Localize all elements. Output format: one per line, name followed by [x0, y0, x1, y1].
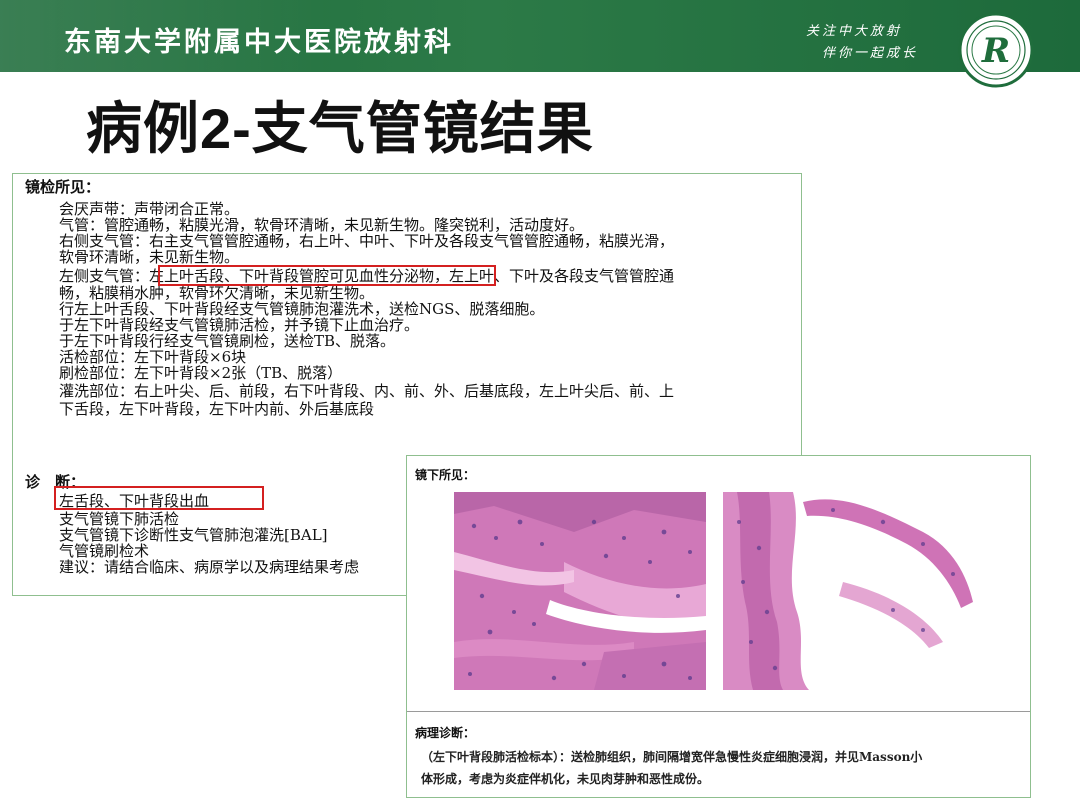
header-banner: 东南大学附属中大医院放射科 关注中大放射 伴你一起成长 [0, 0, 1080, 72]
he-stain-lung-tissue-image-a [454, 492, 706, 690]
findings-line: 行左上叶舌段、下叶背段经支气管镜肺泡灌洗术，送检NGS、脱落细胞。 [59, 300, 545, 318]
diagnosis-line: 气管镜刷检术 [59, 542, 150, 560]
hospital-name: 东南大学附属中大医院放射科 [64, 27, 454, 58]
findings-line: 于左下叶背段行经支气管镜刷检，送检TB、脱落。 [59, 332, 396, 350]
logo-letter: R [981, 31, 1010, 71]
slide-title: 病例2-支气管镜结果 [86, 97, 594, 160]
slogan-line-1: 关注中大放射 [806, 24, 903, 39]
diagnosis-line: 支气管镜下肺活检 [59, 510, 180, 528]
findings-line: 右侧支气管：右主支气管管腔通畅，右上叶、中叶、下叶及各段支气管管腔通畅，粘膜光滑… [59, 232, 675, 250]
panel-divider [407, 711, 1030, 712]
pathology-diagnosis-line-2: 体形成，考虑为炎症伴机化，未见肉芽肿和恶性成份。 [421, 772, 710, 786]
findings-line: 下舌段，左下叶背段，左下叶内前、外后基底段 [59, 400, 375, 418]
slogan-line-2: 伴你一起成长 [822, 46, 919, 61]
hospital-logo-icon: R [958, 12, 1034, 88]
he-stain-lung-tissue-image-b [723, 492, 977, 690]
pathology-diagnosis-heading: 病理诊断： [415, 726, 476, 740]
microscope-heading: 镜下所见： [415, 468, 476, 482]
pathology-diagnosis-line-1: （左下叶背段肺活检标本）：送检肺组织，肺间隔增宽伴急慢性炎症细胞浸润，并见Mas… [421, 750, 923, 764]
findings-heading: 镜检所见： [25, 178, 101, 196]
histology-image-right [723, 492, 977, 690]
findings-highlight-box [158, 265, 496, 286]
diagnosis-line: 支气管镜下诊断性支气管肺泡灌洗[BAL] [59, 526, 328, 544]
pathology-report: 镜下所见： 病理诊断： （左下叶背段肺活检标本）：送检肺组织，肺间隔增宽伴急慢性… [406, 455, 1031, 798]
diagnosis-line: 建议：请结合临床、病原学以及病理结果考虑 [59, 558, 360, 576]
findings-line: 刷检部位：左下叶背段×2张（TB、脱落） [59, 364, 343, 382]
findings-line: 气管：管腔通畅，粘膜光滑，软骨环清晰，未见新生物。隆突锐利，活动度好。 [59, 216, 585, 234]
findings-line: 灌洗部位：右上叶尖、后、前段，右下叶背段、内、前、外、后基底段，左上叶尖后、前、… [59, 382, 675, 400]
findings-line: 畅，粘膜稍水肿，软骨环欠清晰，未见新生物。 [59, 284, 375, 302]
findings-line: 活检部位：左下叶背段×6块 [59, 348, 247, 366]
histology-image-left [454, 492, 706, 690]
diagnosis-highlight-box [54, 486, 264, 510]
findings-line: 会厌声带：声带闭合正常。 [59, 200, 240, 218]
findings-line: 软骨环清晰，未见新生物。 [59, 248, 240, 266]
findings-line: 于左下叶背段经支气管镜肺活检，并予镜下止血治疗。 [59, 316, 420, 334]
